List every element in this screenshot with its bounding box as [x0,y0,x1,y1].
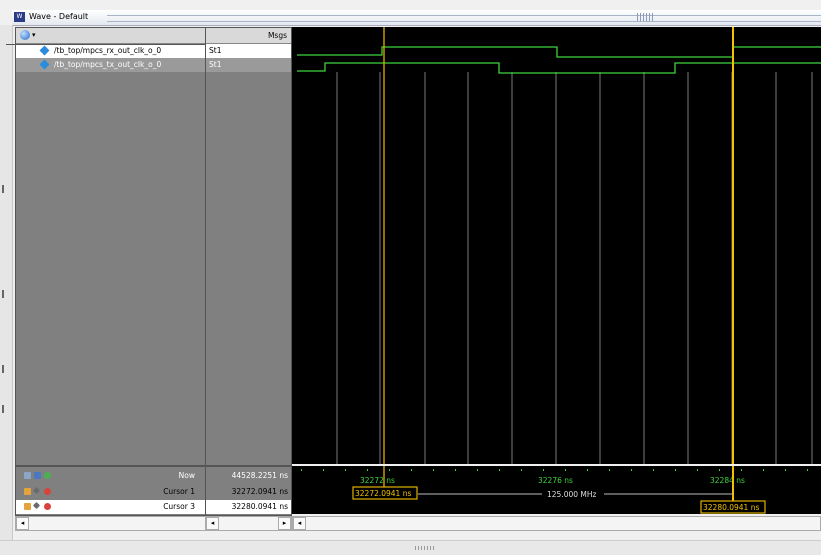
frequency-label: 125.000 MHz [547,490,597,499]
wave-hscrollbar[interactable]: ◂ [292,516,821,531]
cursor-label: Cursor 1 [163,487,195,496]
now-row[interactable]: Now [16,469,205,483]
names-hscrollbar[interactable]: ◂ [15,516,206,531]
cursor-1-tag: 32272.0941 ns [355,489,411,498]
signal-name: /tb_top/mpcs_rx_out_clk_o_0 [54,46,162,55]
left-dock-strip [0,25,13,540]
cursor-timeline-pane[interactable]: 32272 ns 32276 ns 32284 ns 32272.0941 ns… [292,466,821,514]
scroll-right-icon[interactable]: ▸ [278,517,291,530]
dock-marker [2,365,4,373]
cursor-3-row[interactable]: Cursor 3 [16,500,205,514]
chevron-down-icon[interactable]: ▾ [32,31,36,39]
timeline-ticks [301,469,808,471]
signal-row[interactable]: /tb_top/mpcs_rx_out_clk_o_0 [16,44,205,58]
cursor-values-pane[interactable]: 44528.2251 ns 32272.0941 ns 32280.0941 n… [205,466,292,516]
pencil-icon[interactable] [32,501,41,510]
add-cursor-icon[interactable] [44,472,51,479]
pencil-icon[interactable] [32,486,41,495]
signal-value: St1 [209,46,222,55]
cursor-value: 32272.0941 ns [231,487,288,496]
tick-label: 32272 ns [360,476,395,485]
lock-icon[interactable] [24,503,31,510]
tick-label: 32284 ns [710,476,745,485]
drag-handle-icon[interactable] [637,13,655,21]
wave-window: W Wave - Default ▾ /tb_top/mpcs_rx_out_c… [0,0,821,555]
scroll-left-icon[interactable]: ◂ [16,517,29,530]
signal-diamond-icon [39,59,50,70]
title-bar-grip [107,15,821,22]
cursor-names-pane[interactable]: Now Cursor 1 Cursor 3 [15,466,206,516]
globe-icon[interactable] [20,30,30,40]
waveform-canvas[interactable] [292,27,821,464]
signal-name: /tb_top/mpcs_tx_out_clk_o_0 [54,60,162,69]
wave-window-icon: W [14,12,25,22]
resize-grip-icon[interactable] [415,546,435,550]
now-value-cell: 44528.2251 ns [206,469,291,483]
signal-row[interactable]: /tb_top/mpcs_tx_out_clk_o_0 [16,58,205,72]
status-bar [0,540,821,555]
signal-values-pane[interactable]: Msgs St1 St1 [205,27,292,466]
tx-clock-waveform[interactable] [297,62,821,74]
lock-icon[interactable] [24,488,31,495]
grid-lines [336,72,813,464]
now-value: 44528.2251 ns [231,471,288,480]
msgs-header-label: Msgs [267,31,287,40]
dock-marker [2,405,4,413]
dock-marker [2,290,4,298]
now-icon [24,472,31,479]
window-title-bar[interactable]: W Wave - Default [12,10,821,26]
msgs-header: Msgs [206,28,291,44]
values-hscrollbar[interactable]: ◂ ▸ [205,516,292,531]
cursor-value-cell: 32280.0941 ns [206,500,291,514]
signal-names-pane[interactable]: ▾ /tb_top/mpcs_rx_out_clk_o_0 /tb_top/mp… [15,27,206,466]
cursor-1-row[interactable]: Cursor 1 [16,485,205,499]
now-label: Now [178,471,195,480]
signal-diamond-icon [39,45,50,56]
tick-label: 32276 ns [538,476,573,485]
cursor-value: 32280.0941 ns [231,502,288,511]
window-title: Wave - Default [29,12,89,21]
delete-cursor-icon[interactable] [44,488,51,495]
timeline-canvas[interactable]: 32272 ns 32276 ns 32284 ns 32272.0941 ns… [292,466,821,514]
value-row[interactable]: St1 [206,44,291,58]
waveform-pane[interactable] [292,27,821,464]
snapshot-icon[interactable] [34,472,41,479]
delete-cursor-icon[interactable] [44,503,51,510]
signal-value: St1 [209,60,222,69]
dock-marker [2,185,4,193]
scroll-left-icon[interactable]: ◂ [293,517,306,530]
cursor-label: Cursor 3 [163,502,195,511]
value-row[interactable]: St1 [206,58,291,72]
cursor-value-cell: 32272.0941 ns [206,485,291,499]
cursor-3-tag: 32280.0941 ns [703,503,759,512]
names-header: ▾ [16,28,205,44]
rx-clock-waveform[interactable] [297,46,821,58]
scroll-left-icon[interactable]: ◂ [206,517,219,530]
